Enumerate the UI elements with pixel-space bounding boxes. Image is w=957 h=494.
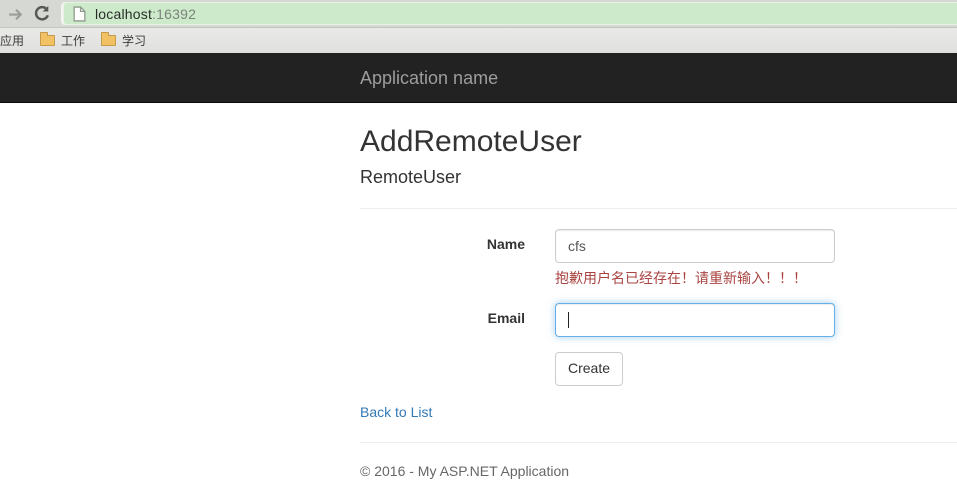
page-footer: © 2016 - My ASP.NET Application: [360, 463, 957, 479]
bookmark-folder-work[interactable]: 工作: [36, 30, 89, 51]
email-input[interactable]: [555, 302, 835, 337]
folder-icon: [101, 32, 117, 46]
email-control: [555, 302, 835, 337]
submit-row: Create: [360, 351, 957, 386]
bookmark-study-label: 学习: [122, 34, 147, 48]
bookmark-work-label: 工作: [61, 34, 86, 48]
forward-icon[interactable]: [6, 5, 24, 23]
bookmarks-bar: 应用 工作 学习: [0, 27, 957, 53]
name-label: Name: [486, 235, 525, 252]
name-field-group: Name 抱歉用户名已经存在！请重新输入！！！: [360, 228, 957, 288]
main-container: AddRemoteUser RemoteUser Name 抱歉用户名已经存在！…: [345, 125, 957, 479]
back-to-list-link[interactable]: Back to List: [360, 404, 432, 420]
text-caret: [568, 311, 569, 328]
reload-icon[interactable]: [33, 5, 51, 23]
navbar-brand[interactable]: Application name: [360, 53, 498, 103]
page-subtitle: RemoteUser: [360, 167, 462, 187]
url-host: localhost: [95, 5, 153, 22]
url-text: localhost:16392: [95, 6, 196, 22]
url-port: :16392: [152, 5, 197, 22]
email-field-group: Email: [360, 302, 957, 337]
email-label: Email: [487, 309, 525, 326]
create-button[interactable]: Create: [555, 351, 624, 386]
page-title: AddRemoteUser: [360, 125, 582, 158]
bookmark-folder-study[interactable]: 学习: [97, 30, 150, 51]
bookmark-apps-label: 应用: [0, 34, 25, 48]
bookmark-apps[interactable]: 应用: [0, 30, 28, 51]
name-input[interactable]: [555, 228, 835, 263]
app-navbar: Application name: [0, 53, 957, 103]
page-body: AddRemoteUser RemoteUser Name 抱歉用户名已经存在！…: [0, 104, 957, 494]
footer-copyright: © 2016 - My ASP.NET Application: [360, 462, 570, 479]
add-remote-user-form: Name 抱歉用户名已经存在！请重新输入！！！ Email: [360, 228, 957, 386]
divider-footer: [360, 441, 957, 443]
browser-toolbar: localhost:16392: [0, 0, 957, 27]
folder-icon: [40, 32, 56, 46]
divider-top: [360, 207, 957, 209]
name-control: 抱歉用户名已经存在！请重新输入！！！: [555, 228, 835, 288]
page-icon: [73, 5, 86, 22]
name-validation-error: 抱歉用户名已经存在！请重新输入！！！: [555, 269, 807, 286]
address-bar[interactable]: localhost:16392: [63, 2, 957, 25]
